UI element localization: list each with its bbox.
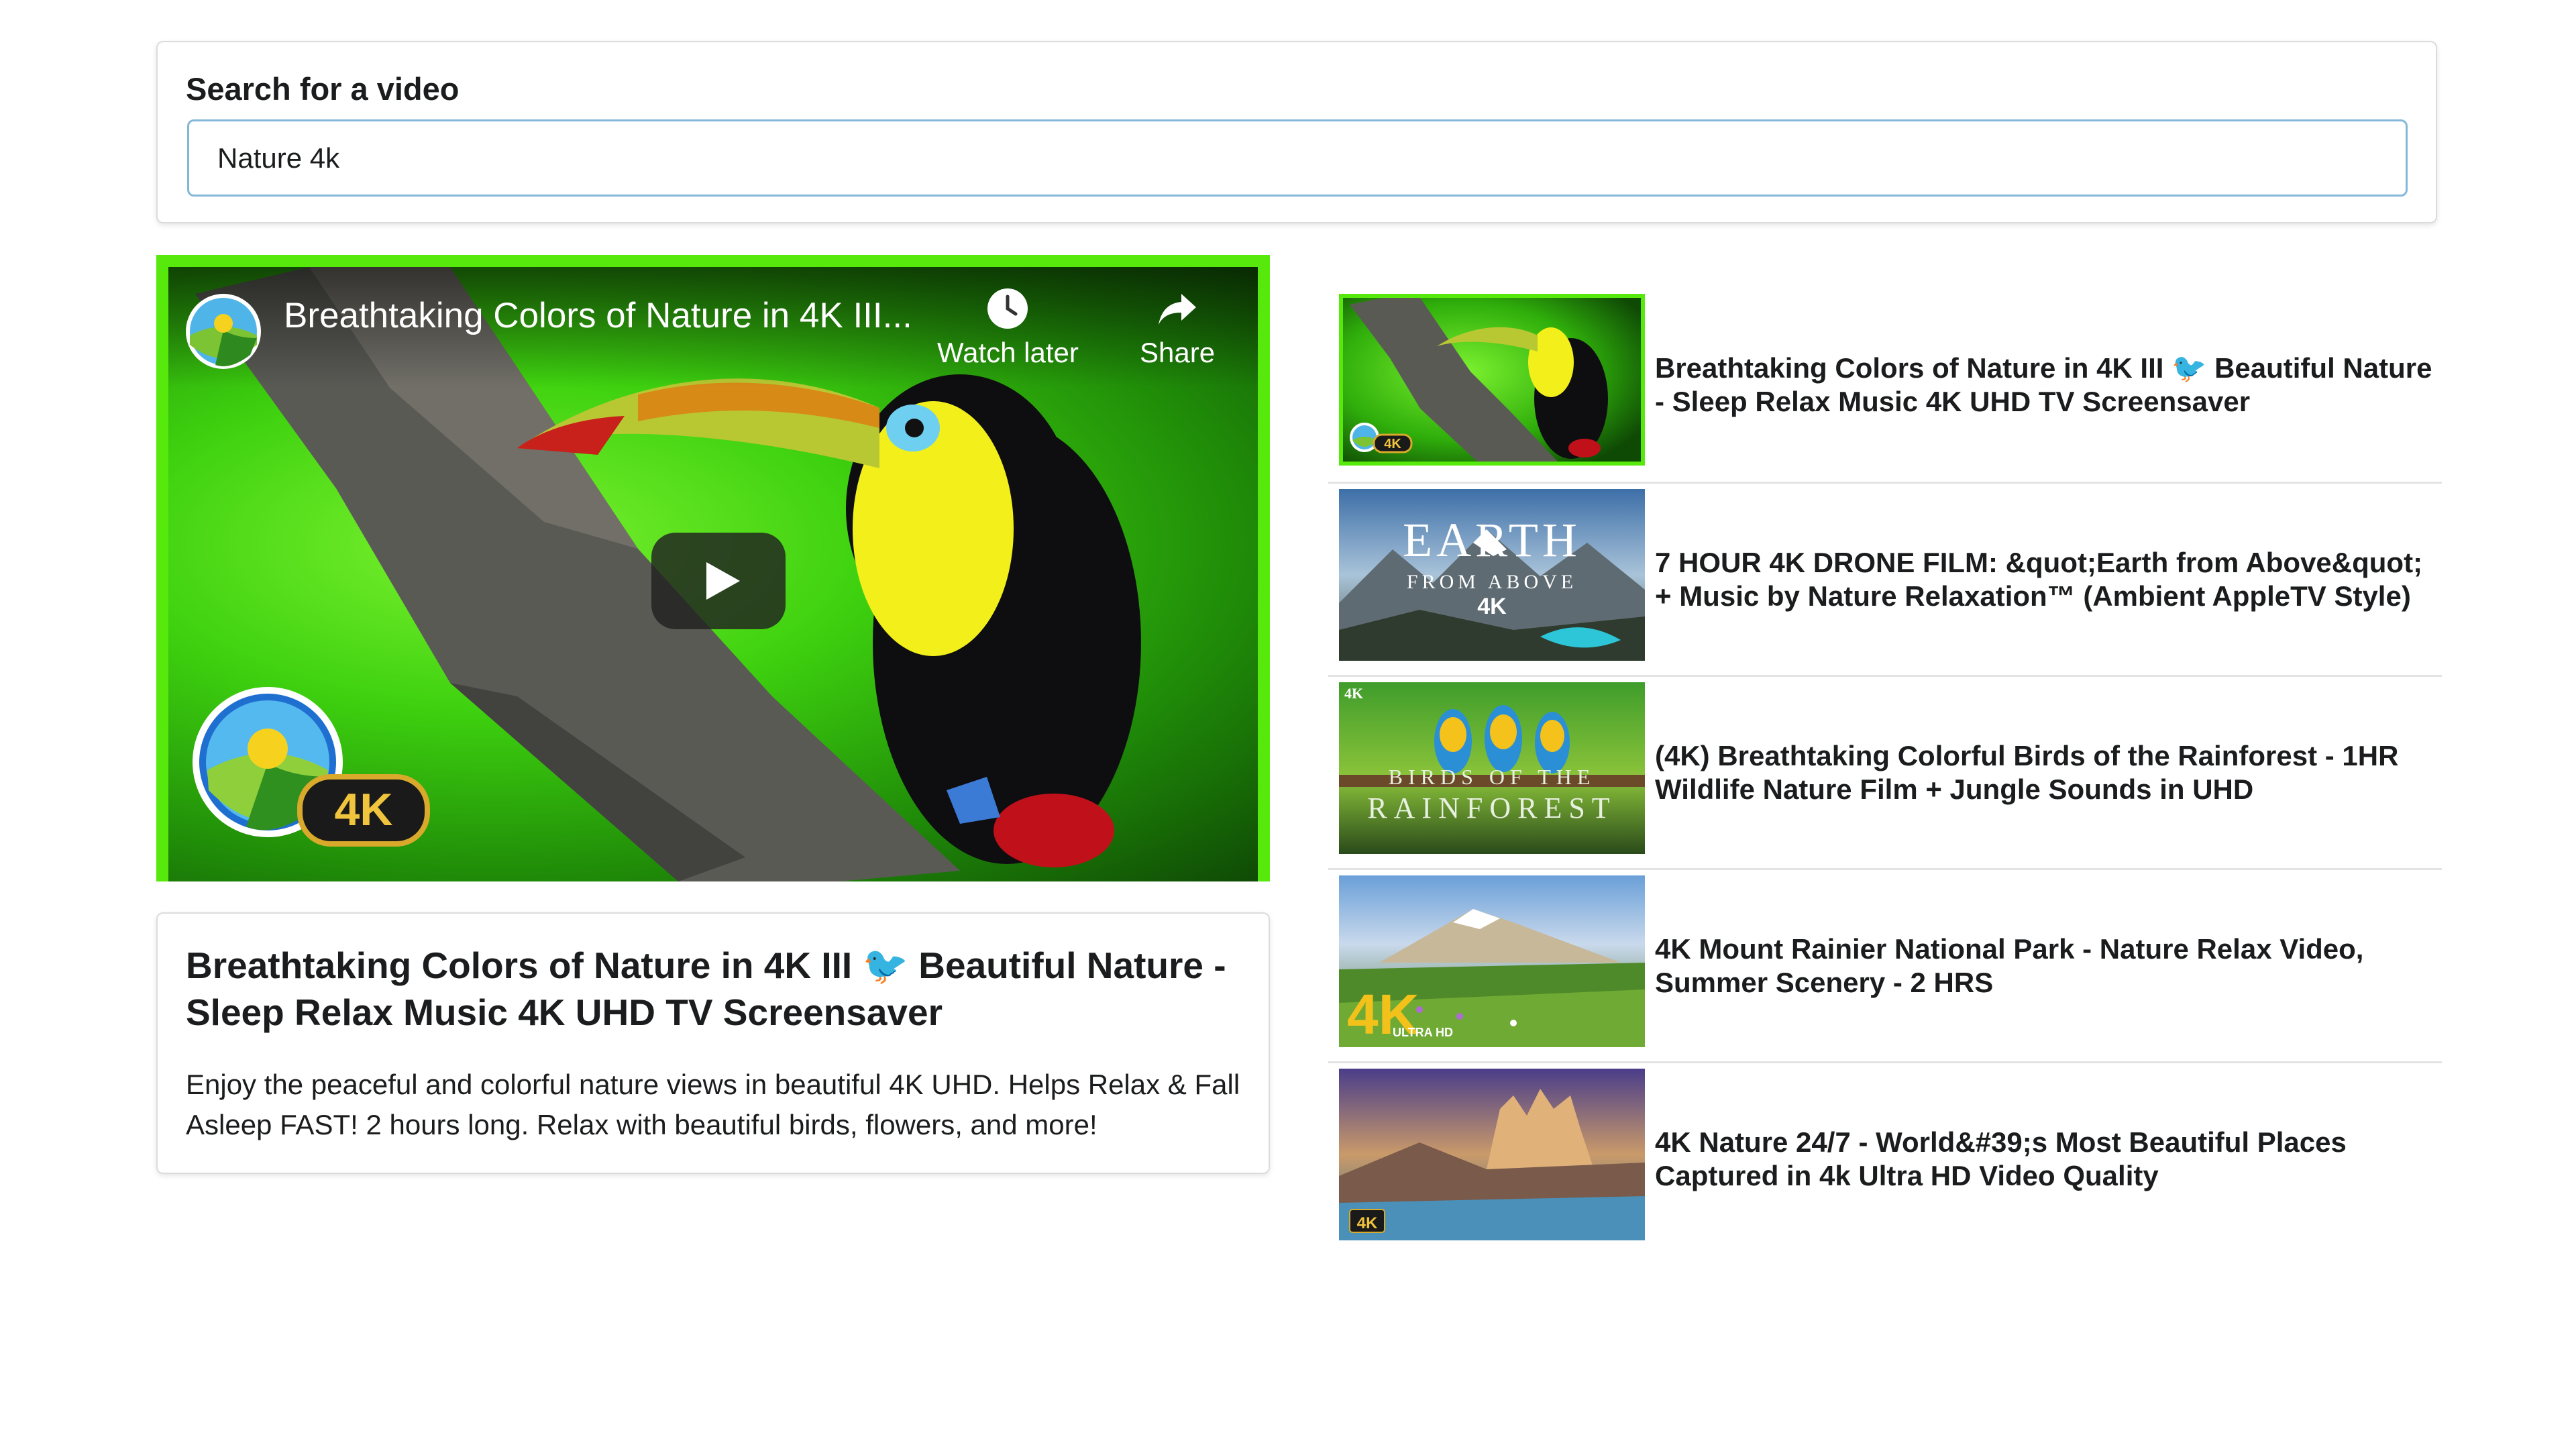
share-label: Share — [1140, 337, 1216, 368]
thumbnail-art: 4K — [1343, 298, 1641, 462]
thumbnail-art: 4K — [1339, 1069, 1645, 1240]
video-thumbnail[interactable]: 4K ULTRA HD — [1339, 875, 1645, 1047]
video-list-item-title[interactable]: Breathtaking Colors of Nature in 4K III … — [1655, 288, 2440, 482]
play-button[interactable] — [651, 533, 786, 629]
video-list-item[interactable]: EARTH FROM ABOVE 4K 7 HOUR 4K DRONE FILM… — [1328, 482, 2442, 675]
thumbnail-art: 4K ULTRA HD — [1339, 875, 1645, 1047]
video-player[interactable]: Breathtaking Colors of Nature in 4K III.… — [156, 255, 1270, 881]
search-input[interactable] — [187, 119, 2408, 197]
play-icon — [706, 562, 740, 600]
video-thumbnail[interactable]: 4K — [1339, 294, 1645, 466]
watch-later-label: Watch later — [937, 337, 1079, 368]
thumbnail-art: 4K BIRDS OF THE RAINFOREST — [1339, 682, 1645, 854]
svg-text:4K: 4K — [1384, 437, 1401, 451]
search-label: Search for a video — [186, 71, 460, 107]
video-thumbnail[interactable]: 4K BIRDS OF THE RAINFOREST — [1339, 682, 1645, 854]
share-icon — [1159, 294, 1197, 325]
channel-logo-icon[interactable] — [183, 291, 264, 372]
share-button[interactable]: Share — [1140, 287, 1215, 369]
svg-text:4K: 4K — [335, 784, 393, 835]
svg-text:ULTRA HD: ULTRA HD — [1393, 1026, 1453, 1039]
video-list-item[interactable]: 4K ULTRA HD 4K Mount Rainier National Pa… — [1328, 868, 2442, 1061]
video-list: 4K Breathtaking Colors of Nature in 4K I… — [1328, 288, 2442, 1254]
player-video-title[interactable]: Breathtaking Colors of Nature in 4K III.… — [284, 295, 912, 336]
video-thumbnail[interactable]: EARTH FROM ABOVE 4K — [1339, 489, 1645, 661]
video-list-item-title[interactable]: (4K) Breathtaking Colorful Birds of the … — [1655, 677, 2440, 868]
svg-text:BIRDS OF THE: BIRDS OF THE — [1389, 765, 1596, 789]
channel-4k-logo-icon: 4K — [193, 687, 430, 847]
svg-text:EARTH: EARTH — [1403, 513, 1581, 567]
video-list-item-title[interactable]: 4K Mount Rainier National Park - Nature … — [1655, 870, 2440, 1061]
svg-text:4K: 4K — [1477, 594, 1507, 619]
video-frame[interactable]: Breathtaking Colors of Nature in 4K III.… — [168, 267, 1258, 881]
video-details-card: Breathtaking Colors of Nature in 4K III … — [156, 912, 1270, 1174]
watch-later-button[interactable]: Watch later — [937, 287, 1079, 369]
svg-text:RAINFOREST: RAINFOREST — [1367, 792, 1616, 824]
clock-icon — [987, 288, 1028, 329]
video-thumbnail[interactable]: 4K — [1339, 1069, 1645, 1240]
svg-text:FROM ABOVE: FROM ABOVE — [1407, 571, 1577, 593]
video-details-title: Breathtaking Colors of Nature in 4K III … — [186, 945, 1226, 1033]
video-list-item[interactable]: 4K 4K Nature 24/7 - World&#39;s Most Bea… — [1328, 1061, 2442, 1254]
svg-text:4K: 4K — [1357, 1214, 1378, 1232]
video-details-description: Enjoy the peaceful and colorful nature v… — [186, 1069, 1240, 1140]
thumbnail-art: EARTH FROM ABOVE 4K — [1339, 489, 1645, 661]
search-panel: Search for a video — [156, 41, 2437, 223]
video-list-item[interactable]: 4K BIRDS OF THE RAINFOREST (4K) Breathta… — [1328, 675, 2442, 868]
video-list-item-title[interactable]: 7 HOUR 4K DRONE FILM: &quot;Earth from A… — [1655, 484, 2440, 675]
video-list-item-title[interactable]: 4K Nature 24/7 - World&#39;s Most Beauti… — [1655, 1063, 2440, 1254]
video-list-item[interactable]: 4K Breathtaking Colors of Nature in 4K I… — [1328, 288, 2442, 482]
svg-text:4K: 4K — [1344, 685, 1363, 702]
